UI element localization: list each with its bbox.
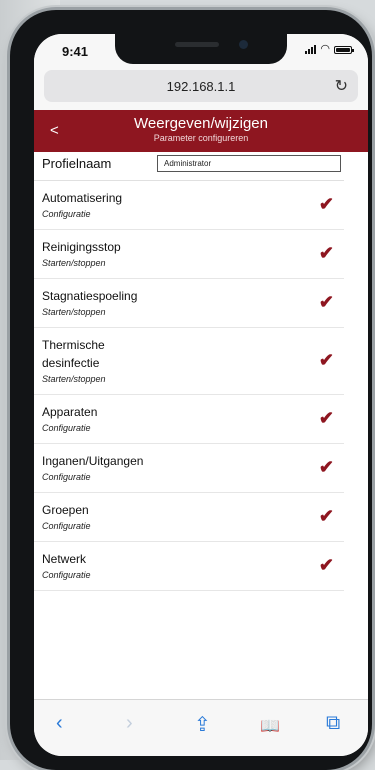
settings-list: Profielnaam Administrator Automatisering… [34,152,344,591]
profile-label: Profielnaam [42,156,112,171]
forward-arrow-icon[interactable]: › [126,712,133,735]
item-subtitle: Starten/stoppen [42,374,106,384]
list-item[interactable]: Thermische desinfectie Starten/stoppen ✔ [34,328,344,395]
reload-icon[interactable]: ↻ [335,76,348,96]
list-item[interactable]: Stagnatiespoeling Starten/stoppen ✔ [34,279,344,328]
check-icon: ✔ [318,506,334,526]
speaker [175,42,219,47]
list-item[interactable]: Reinigingsstop Starten/stoppen ✔ [34,230,344,279]
app-header: < Weergeven/wijzigen Parameter configure… [34,110,368,152]
url-text: 192.168.1.1 [166,79,236,94]
item-subtitle: Starten/stoppen [42,307,106,317]
item-title: Stagnatiespoeling [42,289,138,303]
profile-name-input[interactable]: Administrator [157,155,341,172]
back-arrow-icon[interactable]: ‹ [56,712,63,735]
profile-row: Profielnaam Administrator [34,152,344,181]
item-subtitle: Configuratie [42,570,91,580]
bookmarks-icon[interactable]: 📖 [260,716,280,736]
item-title: Automatisering [42,191,123,205]
status-time: 9:41 [62,44,89,59]
item-title: Inganen/Uitgangen [42,454,144,468]
status-icons: ◠ [305,43,354,55]
check-icon: ✔ [318,408,334,428]
camera [239,40,248,49]
item-title: Netwerk [42,552,87,566]
phone-screen: 9:41 ◠ 192.168.1.1 ↻ < Weergeven/wijzige… [34,34,368,756]
url-field[interactable]: 192.168.1.1 ↻ [44,70,358,102]
item-title: Reinigingsstop [42,240,121,254]
list-item[interactable]: Apparaten Configuratie ✔ [34,395,344,444]
share-icon[interactable]: ⇪ [194,712,211,737]
page-title: Weergeven/wijzigen [134,115,268,132]
item-subtitle: Configuratie [42,521,91,531]
item-subtitle: Configuratie [42,209,91,219]
list-item[interactable]: Groepen Configuratie ✔ [34,493,344,542]
list-item[interactable]: Inganen/Uitgangen Configuratie ✔ [34,444,344,493]
check-icon: ✔ [318,350,334,370]
check-icon: ✔ [318,194,334,214]
item-title: Groepen [42,503,89,517]
check-icon: ✔ [318,243,334,263]
browser-address-bar: 192.168.1.1 ↻ [34,66,368,110]
battery-icon [334,45,354,54]
wifi-icon: ◠ [320,43,330,55]
tabs-icon[interactable]: ⧉ [326,712,340,735]
item-subtitle: Configuratie [42,423,91,433]
browser-toolbar: ‹ › ⇪ 📖 ⧉ [34,699,368,756]
phone-frame: 9:41 ◠ 192.168.1.1 ↻ < Weergeven/wijzige… [10,10,372,770]
check-icon: ✔ [318,457,334,477]
item-subtitle: Configuratie [42,472,91,482]
check-icon: ✔ [318,292,334,312]
item-subtitle: Starten/stoppen [42,258,106,268]
item-title: Apparaten [42,405,98,419]
notch [115,34,287,64]
check-icon: ✔ [318,555,334,575]
page-subtitle: Parameter configureren [153,133,249,143]
item-title: Thermische desinfectie [42,338,105,370]
list-item[interactable]: Automatisering Configuratie ✔ [34,181,344,230]
list-item[interactable]: Netwerk Configuratie ✔ [34,542,344,591]
signal-icon [305,45,317,54]
